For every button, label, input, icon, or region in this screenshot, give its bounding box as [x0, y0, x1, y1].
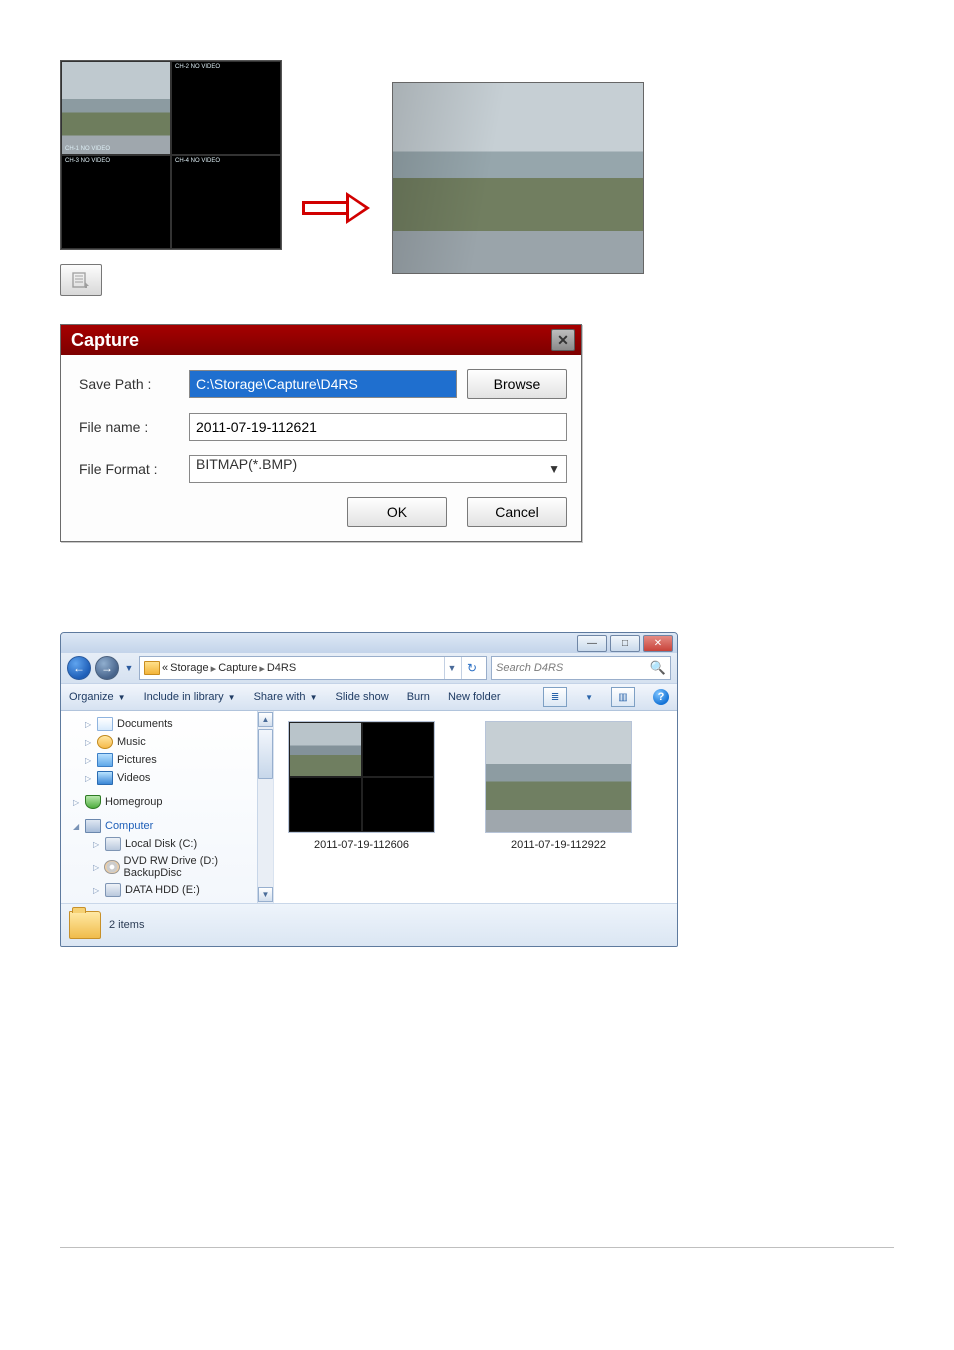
file-name: 2011-07-19-112922: [511, 839, 606, 851]
save-path-input[interactable]: [189, 370, 457, 398]
close-icon: ✕: [557, 332, 569, 349]
file-item[interactable]: 2011-07-19-112922: [485, 721, 632, 893]
toolbar-organize[interactable]: Organize▼: [69, 691, 126, 703]
quad-cell-ch1: CH-1 NO VIDEO: [61, 61, 171, 155]
nav-back-button[interactable]: ←: [67, 656, 91, 680]
breadcrumb-item[interactable]: D4RS: [267, 662, 296, 674]
help-button[interactable]: ?: [653, 689, 669, 705]
file-thumbnail: [288, 721, 435, 833]
ok-button[interactable]: OK: [347, 497, 447, 527]
quad-cell-ch3: CH-3 NO VIDEO: [61, 155, 171, 249]
minimize-button[interactable]: —: [577, 635, 607, 652]
file-thumbnail: [485, 721, 632, 833]
scroll-thumb[interactable]: [258, 729, 273, 779]
tree-item-music[interactable]: ▷Music: [69, 733, 269, 751]
scroll-down-icon[interactable]: ▼: [258, 887, 273, 902]
tree-item-videos[interactable]: ▷Videos: [69, 769, 269, 787]
arrow-indicator: [292, 134, 382, 222]
window-titlebar: — □ ✕: [61, 633, 677, 653]
tree-item-local-disk[interactable]: ▷Local Disk (C:): [69, 835, 269, 853]
capture-toolbar-button[interactable]: [60, 264, 102, 296]
search-box[interactable]: Search D4RS 🔍: [491, 656, 671, 680]
browse-button[interactable]: Browse: [467, 369, 567, 399]
tree-item-homegroup[interactable]: ▷Homegroup: [69, 793, 269, 811]
dialog-close-button[interactable]: ✕: [551, 329, 575, 351]
capture-dialog: Capture ✕ Save Path : Browse File name :…: [60, 324, 582, 542]
file-format-select[interactable]: BITMAP(*.BMP) ▼: [189, 455, 567, 483]
search-placeholder: Search D4RS: [496, 662, 563, 674]
save-path-label: Save Path :: [79, 376, 179, 392]
toolbar-burn[interactable]: Burn: [407, 691, 430, 703]
page-rule: [60, 1247, 894, 1248]
file-name-label: File name :: [79, 419, 179, 435]
nav-tree: ▷Documents ▷Music ▷Pictures ▷Videos ▷Hom…: [61, 711, 274, 903]
close-icon: ✕: [654, 638, 662, 649]
enlarged-camera-frame: [392, 82, 644, 274]
file-list: 2011-07-19-112606 2011-07-19-112922: [274, 711, 677, 903]
tree-item-pictures[interactable]: ▷Pictures: [69, 751, 269, 769]
preview-pane-button[interactable]: ▥: [611, 687, 635, 707]
breadcrumb-item[interactable]: Storage: [170, 662, 209, 674]
toolbar-slideshow[interactable]: Slide show: [335, 691, 388, 703]
quad-view: CH-1 NO VIDEO CH-2 NO VIDEO CH-3 NO VIDE…: [60, 60, 282, 250]
quad-cell-ch2: CH-2 NO VIDEO: [171, 61, 281, 155]
file-name-input[interactable]: [189, 413, 567, 441]
file-format-value: BITMAP(*.BMP): [196, 456, 297, 472]
breadcrumb-pre: «: [162, 662, 168, 674]
arrow-left-icon: ←: [73, 661, 85, 675]
quad-cell-ch4: CH-4 NO VIDEO: [171, 155, 281, 249]
address-bar[interactable]: « Storage ▸ Capture ▸ D4RS ▼ ↻: [139, 656, 487, 680]
minimize-icon: —: [587, 638, 597, 649]
explorer-window: — □ ✕ ← → ▼ « Storage ▸ Capture ▸ D4RS ▼: [60, 632, 678, 947]
chevron-down-icon: ▼: [548, 462, 560, 476]
toolbar-include[interactable]: Include in library▼: [144, 691, 236, 703]
tree-item-computer[interactable]: ◢Computer: [69, 817, 269, 835]
address-dropdown[interactable]: ▼: [444, 657, 459, 679]
maximize-icon: □: [622, 638, 628, 649]
folder-icon: [144, 661, 160, 675]
nav-forward-button[interactable]: →: [95, 656, 119, 680]
status-bar: 2 items: [61, 903, 677, 946]
tree-item-data-hdd[interactable]: ▷DATA HDD (E:): [69, 881, 269, 899]
file-item[interactable]: 2011-07-19-112606: [288, 721, 435, 893]
dialog-title: Capture: [71, 330, 139, 351]
ch-label: CH-4 NO VIDEO: [174, 157, 221, 165]
arrow-right-icon: →: [101, 661, 113, 675]
folder-icon: [69, 911, 101, 939]
view-mode-caret[interactable]: ▼: [585, 693, 593, 702]
tree-item-documents[interactable]: ▷Documents: [69, 715, 269, 733]
explorer-toolbar: Organize▼ Include in library▼ Share with…: [61, 683, 677, 711]
camera-preview-strip: CH-1 NO VIDEO CH-2 NO VIDEO CH-3 NO VIDE…: [60, 60, 894, 296]
file-format-label: File Format :: [79, 461, 179, 477]
ch-label: CH-2 NO VIDEO: [174, 63, 221, 71]
refresh-button[interactable]: ↻: [461, 657, 482, 679]
tree-item-dvd[interactable]: ▷DVD RW Drive (D:) BackupDisc: [69, 853, 269, 881]
cancel-button[interactable]: Cancel: [467, 497, 567, 527]
capture-icon: [72, 272, 90, 288]
right-arrow-icon: [302, 194, 372, 222]
tree-scrollbar[interactable]: ▲ ▼: [257, 711, 273, 903]
nav-history-dropdown[interactable]: ▼: [123, 663, 135, 673]
breadcrumb-item[interactable]: Capture: [218, 662, 257, 674]
maximize-button[interactable]: □: [610, 635, 640, 652]
refresh-icon: ↻: [467, 661, 477, 675]
toolbar-share[interactable]: Share with▼: [254, 691, 318, 703]
search-icon: 🔍: [650, 660, 666, 676]
file-name: 2011-07-19-112606: [314, 839, 409, 851]
toolbar-new-folder[interactable]: New folder: [448, 691, 501, 703]
view-mode-button[interactable]: ≣: [543, 687, 567, 707]
ch-label: CH-1 NO VIDEO: [64, 145, 111, 153]
ch-label: CH-3 NO VIDEO: [64, 157, 111, 165]
scroll-up-icon[interactable]: ▲: [258, 712, 273, 727]
status-text: 2 items: [109, 919, 144, 931]
window-close-button[interactable]: ✕: [643, 635, 673, 652]
